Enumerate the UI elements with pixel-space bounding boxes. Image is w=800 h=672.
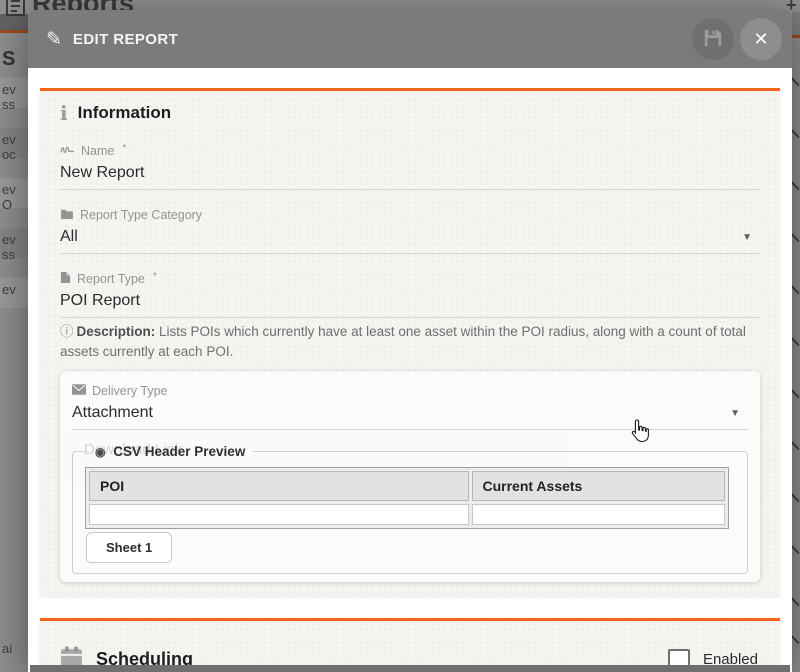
report-type-description: ⓘDescription: Lists POIs which currently… [60, 322, 760, 361]
signature-icon [60, 144, 75, 158]
edit-report-modal: ✎ EDIT REPORT ✕ i Information Name [28, 10, 792, 672]
bottom-section-bar [30, 665, 790, 672]
save-button[interactable] [692, 18, 734, 60]
file-icon [60, 271, 71, 287]
backdrop-text-fragment: S [2, 48, 15, 71]
backdrop-text-fragment: ss [2, 97, 15, 112]
folder-icon [60, 208, 74, 222]
name-value: New Report [60, 164, 144, 182]
csv-preview-table: POI Current Assets [85, 467, 729, 529]
modal-body: i Information Name * New Report [28, 68, 792, 672]
info-icon: i [60, 103, 68, 123]
info-circle-icon: ⓘ [60, 324, 74, 339]
report-type-category-select[interactable]: All ▼ [60, 223, 760, 254]
delivery-type-select[interactable]: Attachment ▼ [72, 399, 748, 430]
backdrop-accent-line-right [792, 35, 800, 38]
sheet-tab[interactable]: Sheet 1 [86, 532, 172, 563]
delivery-type-value: Attachment [72, 404, 153, 422]
delivery-type-label: Delivery Type [92, 384, 168, 398]
empty-cell [89, 504, 469, 525]
chevron-down-icon: ▼ [742, 232, 752, 243]
edit-pencil-icon: ✎ [46, 28, 62, 51]
envelope-icon [72, 384, 86, 398]
modal-title: EDIT REPORT [73, 31, 692, 48]
close-icon: ✕ [753, 30, 768, 48]
reports-page-icon [5, 0, 29, 22]
report-type-field: Report Type * POI Report [60, 271, 760, 318]
column-header-current-assets: Current Assets [472, 471, 725, 501]
information-heading-row: i Information [60, 103, 760, 123]
modal-header: ✎ EDIT REPORT ✕ [28, 10, 792, 68]
csv-header-preview-legend: ◉ CSV Header Preview [87, 444, 253, 459]
report-type-label: Report Type [77, 272, 145, 286]
required-mark: * [153, 271, 157, 282]
csv-header-preview-fieldset: ◉ CSV Header Preview POI Current Assets [72, 444, 748, 574]
chevron-down-icon: ▼ [730, 408, 740, 419]
csv-header-row: POI Current Assets [89, 471, 725, 501]
scheduling-section: Scheduling Enabled [40, 618, 780, 672]
report-type-value: POI Report [60, 292, 140, 310]
report-type-category-label: Report Type Category [80, 208, 202, 222]
information-heading: Information [78, 103, 172, 123]
close-button[interactable]: ✕ [740, 18, 782, 60]
preview-eye-icon: ◉ [95, 445, 105, 459]
report-type-category-value: All [60, 228, 78, 246]
column-header-poi: POI [89, 471, 469, 501]
backdrop-accent-line [0, 30, 28, 33]
backdrop-text-fragment: O [2, 197, 12, 212]
backdrop-text-fragment: ev [2, 282, 16, 297]
report-type-select[interactable]: POI Report [60, 287, 760, 318]
delivery-type-field: Delivery Type Attachment ▼ [72, 383, 748, 430]
backdrop-text-fragment: ev [2, 232, 16, 247]
required-mark: * [122, 143, 126, 154]
name-field: Name * New Report [60, 143, 760, 190]
delivery-panel: Download Link Delivery Type Attachment ▼ [60, 371, 760, 582]
backdrop-text-fragment: ev [2, 182, 16, 197]
backdrop-text-fragment: ss [2, 247, 15, 262]
backdrop-text-fragment: ev [2, 82, 16, 97]
empty-cell [472, 504, 725, 525]
backdrop-text-fragment: ev [2, 132, 16, 147]
description-text: Lists POIs which currently have at least… [60, 324, 746, 359]
csv-empty-row [89, 504, 725, 525]
backdrop-text-fragment: oc [2, 147, 16, 162]
name-label: Name [81, 144, 114, 158]
name-input[interactable]: New Report [60, 159, 760, 190]
description-label: Description: [77, 324, 156, 339]
report-type-category-field: Report Type Category All ▼ [60, 207, 760, 254]
save-floppy-icon [703, 28, 723, 51]
backdrop-text-fragment: ai [2, 641, 12, 656]
information-section: i Information Name * New Report [40, 88, 780, 596]
